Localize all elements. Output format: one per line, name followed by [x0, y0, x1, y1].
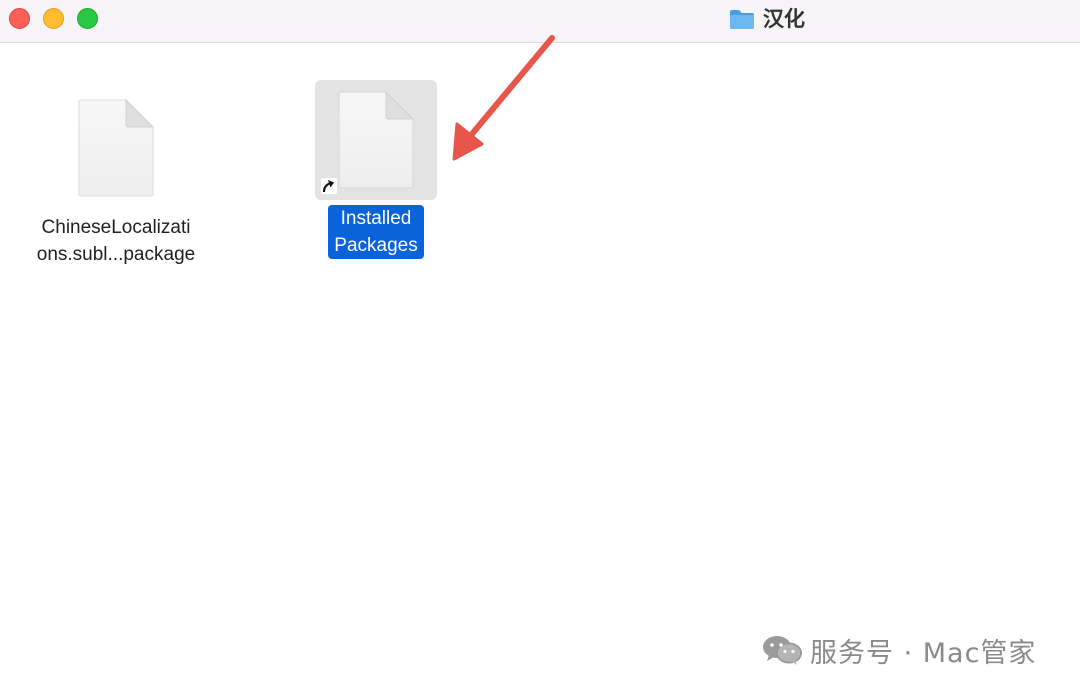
window-title: 汉化 — [729, 6, 805, 32]
file-item-installed-packages[interactable]: Installed Packages — [304, 80, 448, 259]
file-name-line-2: Packages — [334, 235, 418, 256]
watermark-text: 服务号 · Mac管家 — [810, 637, 1037, 669]
finder-window: 汉化 ChineseLocalizati ons.subl...package — [0, 0, 1080, 692]
file-name-line-2: ons.subl...package — [36, 244, 196, 265]
alias-arrow-icon — [321, 178, 337, 194]
file-name-label-selected[interactable]: Installed Packages — [328, 205, 424, 259]
alias-document-icon — [338, 91, 414, 189]
window-title-text: 汉化 — [763, 7, 805, 31]
file-name-line-1: Installed — [340, 208, 412, 229]
file-name-label[interactable]: ChineseLocalizati ons.subl...package — [37, 214, 195, 268]
file-icon-frame[interactable] — [55, 88, 177, 208]
document-icon — [78, 99, 154, 197]
annotation-arrow-icon — [452, 35, 555, 161]
close-window-button[interactable] — [9, 8, 30, 29]
file-name-line-1: ChineseLocalizati — [41, 217, 191, 238]
file-icon-frame-selected[interactable] — [315, 80, 437, 200]
file-item-chinese-localizations[interactable]: ChineseLocalizati ons.subl...package — [20, 88, 212, 268]
wechat-icon — [763, 636, 802, 665]
minimize-window-button[interactable] — [43, 8, 64, 29]
folder-icon — [730, 10, 754, 29]
watermark: 服务号 · Mac管家 — [762, 630, 1036, 670]
zoom-window-button[interactable] — [77, 8, 98, 29]
